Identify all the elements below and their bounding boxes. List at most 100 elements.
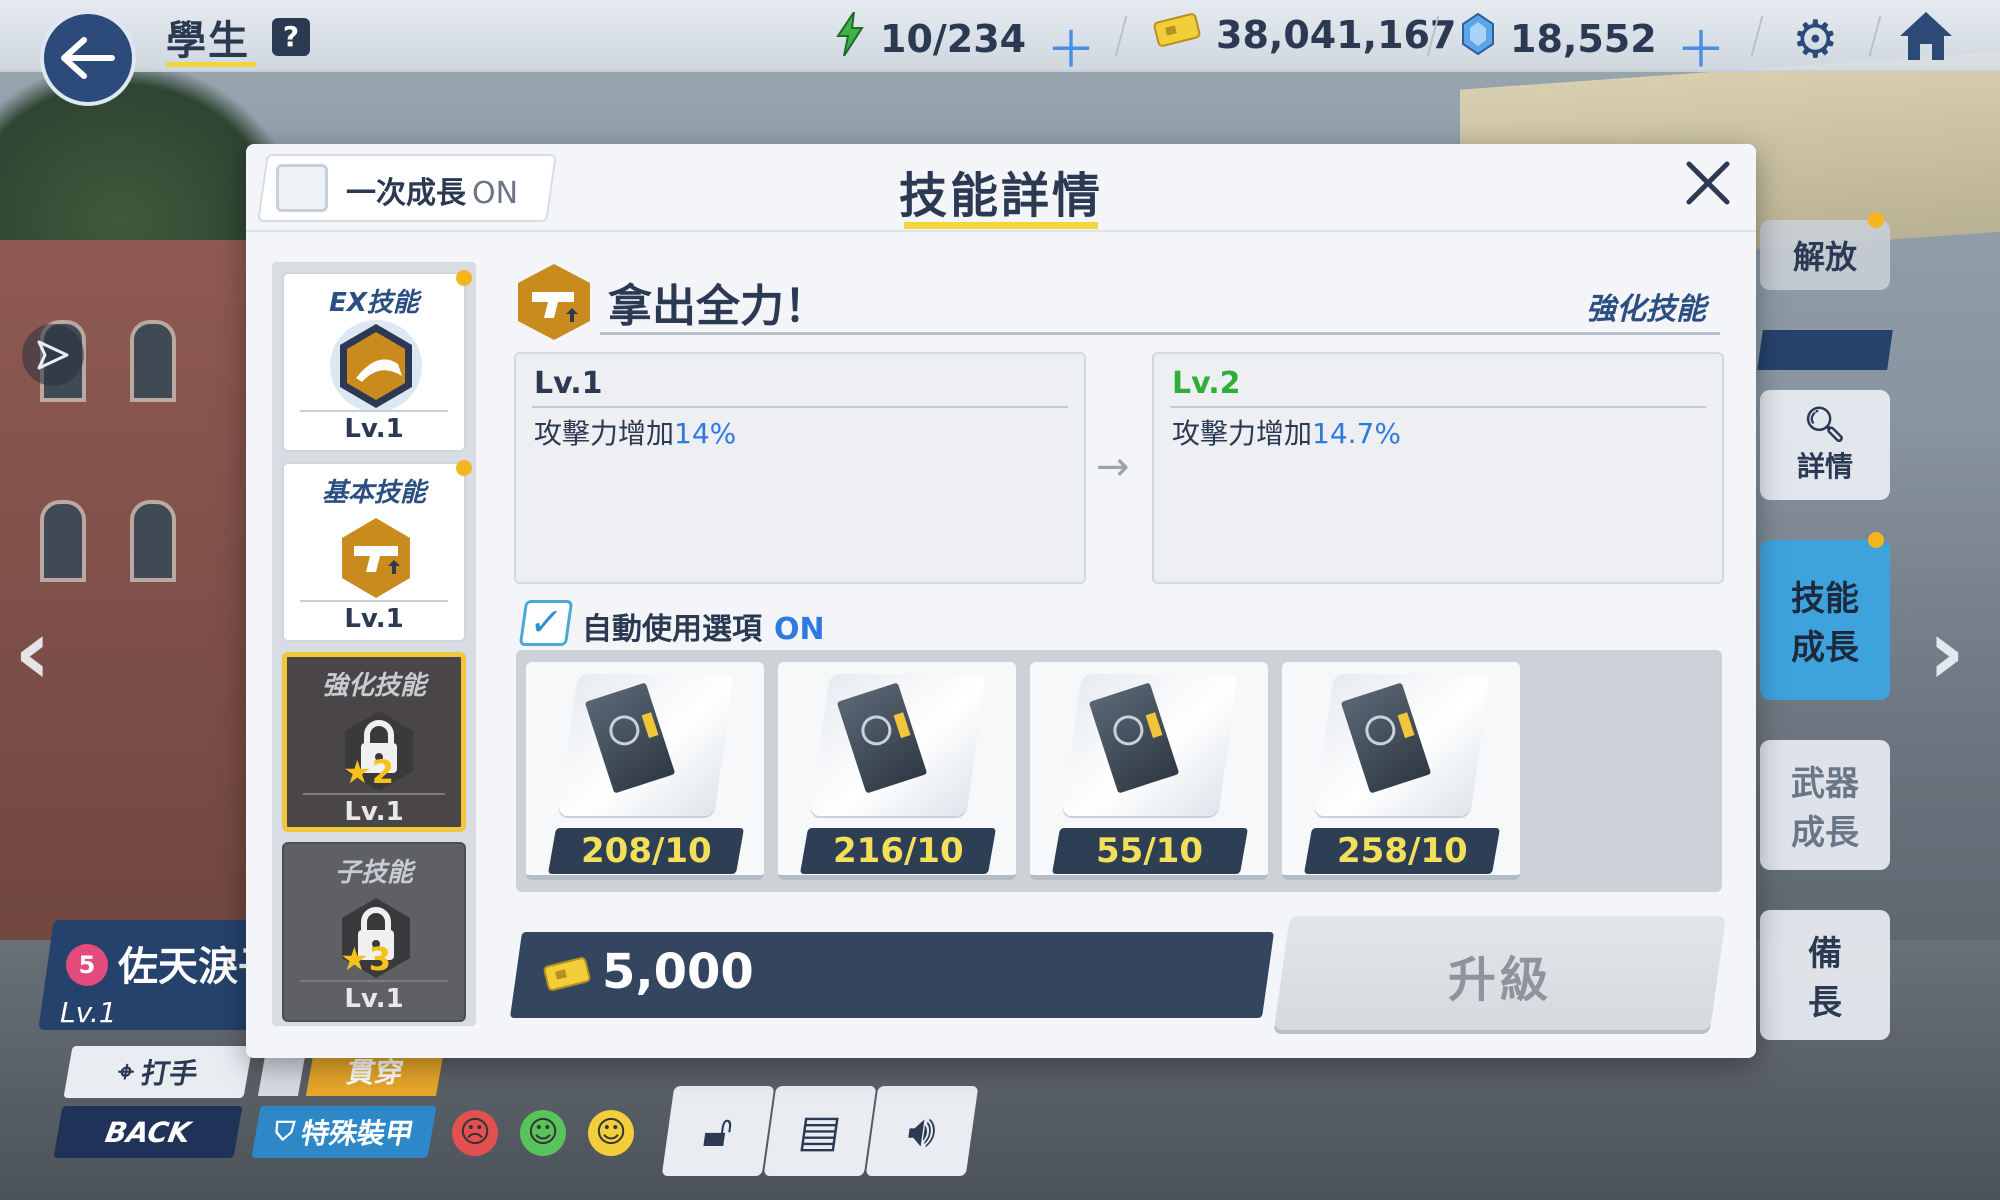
prev-student-arrow[interactable]: ‹	[14, 600, 51, 705]
pyroxene-value: 18,552	[1510, 16, 1657, 61]
home-icon[interactable]	[1898, 8, 1954, 68]
back-button[interactable]	[40, 10, 136, 106]
next-level: Lv.2	[1172, 366, 1241, 401]
mood-neutral-icon[interactable]: ☺	[588, 1110, 634, 1156]
skill-type: 強化技能	[1586, 292, 1706, 327]
skill-growth-button[interactable]: 技能 成長	[1760, 540, 1890, 700]
pistol-skill-icon	[518, 264, 590, 340]
tab-sub-skill[interactable]: 子技能 ★3 Lv.1	[282, 842, 466, 1022]
material-item[interactable]: 216/10	[778, 662, 1016, 880]
star-count: 3	[368, 940, 391, 978]
role-label: 打手	[138, 1057, 201, 1090]
tab-divider	[300, 980, 448, 982]
progress-bar	[1757, 330, 1893, 370]
ap-value: 10/234	[880, 16, 1027, 61]
arrow-right-icon: →	[1096, 444, 1130, 490]
material-count: 208/10	[547, 828, 745, 874]
voice-icon: 🔊︎	[904, 1105, 940, 1157]
armor-tag: ⛉ 特殊裝甲	[251, 1106, 437, 1158]
tab-ex-skill[interactable]: EX技能 Lv.1	[282, 272, 466, 452]
unlock-button[interactable]: 解放	[1760, 220, 1890, 290]
top-bar: 學生 ? 10/234 ＋ 38,041,167 18,552 ＋ ⚙	[0, 0, 2000, 79]
notification-dot	[456, 270, 472, 286]
tab-enhance-skill[interactable]: 強化技能 ★2 Lv.1	[282, 652, 466, 832]
tab-title: 強化技能	[321, 671, 426, 701]
material-count-text: 208/10	[580, 831, 712, 871]
credit-icon	[1152, 12, 1202, 57]
gear-icon[interactable]: ⚙	[1792, 10, 1839, 70]
add-ap-button[interactable]: ＋	[1046, 10, 1096, 82]
material-item[interactable]: 258/10	[1282, 662, 1520, 880]
character-level: Lv.1	[60, 996, 117, 1029]
mood-bad-icon[interactable]: ☹	[452, 1110, 498, 1156]
memo-button[interactable]: ▤	[763, 1086, 877, 1176]
crosshair-icon: ⌖	[115, 1055, 137, 1088]
next-desc-text: 攻擊力增加	[1172, 417, 1313, 450]
add-pyroxene-button[interactable]: ＋	[1676, 10, 1726, 82]
notification-dot	[1868, 212, 1884, 228]
material-count-text: 258/10	[1336, 831, 1468, 871]
help-icon[interactable]: ?	[272, 18, 310, 56]
building-window	[40, 500, 86, 582]
ap-counter: 10/234	[834, 11, 1027, 65]
material-item[interactable]: 208/10	[526, 662, 764, 880]
notification-dot	[1868, 532, 1884, 548]
modal-header: 一次成長 ON 技能詳情	[246, 144, 1756, 232]
building-window	[130, 320, 176, 402]
material-count: 216/10	[799, 828, 997, 874]
tab-level: Lv.1	[344, 414, 404, 444]
tab-level: Lv.1	[344, 797, 404, 827]
level-divider	[1170, 406, 1706, 408]
close-button[interactable]	[1680, 160, 1736, 216]
current-level-desc: 攻擊力增加14%	[534, 412, 736, 452]
position-label: BACK	[102, 1115, 194, 1149]
separator	[1868, 16, 1882, 56]
shield-icon: ⛉	[271, 1116, 297, 1147]
notification-dot	[456, 460, 472, 476]
auto-use-option: 自動使用選項 ON	[582, 604, 825, 648]
auto-use-label: 自動使用選項	[582, 612, 762, 647]
building-window	[130, 500, 176, 582]
tab-basic-skill[interactable]: 基本技能 Lv.1	[282, 462, 466, 642]
notepad-icon: ▤	[795, 1105, 845, 1157]
material-count: 55/10	[1051, 828, 1249, 874]
weapon-growth-label: 武器 成長	[1791, 764, 1859, 853]
auto-use-state: ON	[774, 612, 825, 647]
modal-title: 技能詳情	[898, 168, 1103, 224]
search-icon: 🔍︎	[1803, 405, 1847, 445]
mood-good-icon[interactable]: ☺	[520, 1110, 566, 1156]
tab-title: 子技能	[334, 858, 413, 888]
skill-tab-list: EX技能 Lv.1 基本技能 Lv.1 強化技能 ★2 Lv.1 子技能 ★3 …	[272, 262, 476, 1026]
star-count: 2	[371, 753, 394, 791]
weapon-growth-button[interactable]: 武器 成長	[1760, 740, 1890, 870]
material-item[interactable]: 55/10	[1030, 662, 1268, 880]
separator	[1750, 16, 1764, 56]
current-level: Lv.1	[534, 366, 603, 401]
page-title: 學生	[166, 18, 250, 64]
share-icon[interactable]	[22, 324, 84, 386]
tab-divider	[300, 410, 448, 412]
unlock-lock-button[interactable]: 🔓︎	[661, 1086, 775, 1176]
close-icon	[1686, 161, 1730, 205]
current-desc-text: 攻擊力增加	[534, 417, 675, 450]
armor-label: 特殊裝甲	[298, 1117, 417, 1150]
star-requirement: ★3	[340, 940, 391, 978]
star-icon: ★	[343, 753, 372, 791]
equip-growth-button[interactable]: 備 長	[1760, 910, 1890, 1040]
current-level-box: Lv.1 攻擊力增加14%	[514, 352, 1086, 584]
role-tag: ⌖ 打手	[63, 1046, 253, 1098]
detail-button[interactable]: 🔍︎ 詳情	[1760, 390, 1890, 500]
current-desc-value: 14%	[674, 417, 737, 450]
skill-name: 拿出全力！	[608, 281, 828, 332]
auto-use-checkbox[interactable]: ✓	[518, 600, 574, 646]
credit-icon	[542, 956, 592, 996]
attack-type-label: 貫穿	[344, 1056, 406, 1089]
next-student-arrow[interactable]: ›	[1928, 600, 1965, 705]
tab-level: Lv.1	[344, 604, 404, 634]
unlock-label: 解放	[1792, 238, 1857, 276]
voice-button[interactable]: 🔊︎	[865, 1086, 979, 1176]
material-count-text: 216/10	[832, 831, 964, 871]
next-level-box: Lv.2 攻擊力增加14.7%	[1152, 352, 1724, 584]
tab-title: 基本技能	[321, 478, 426, 508]
pistol-skill-icon	[342, 518, 410, 598]
